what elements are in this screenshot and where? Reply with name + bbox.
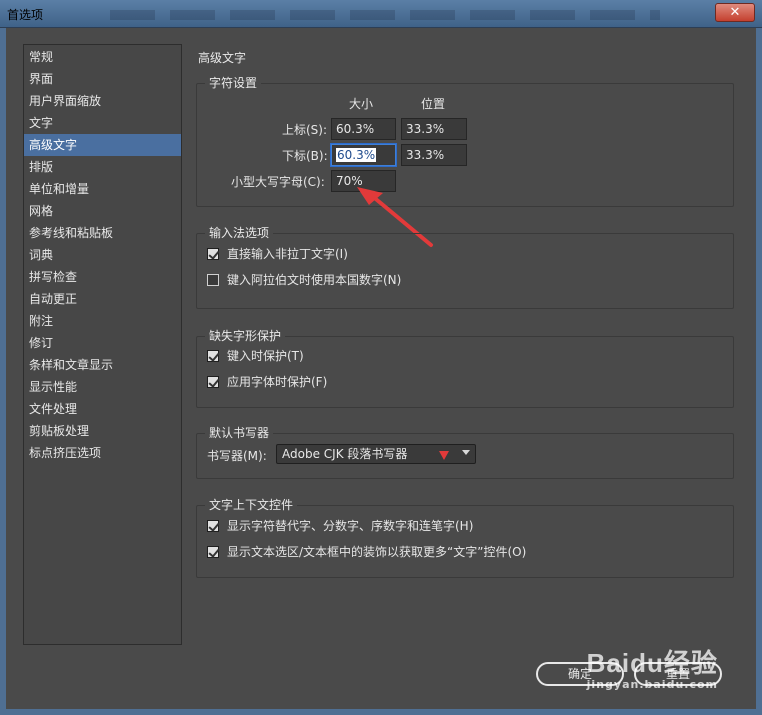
show-alternates-checkbox[interactable]: 显示字符替代字、分数字、序数字和连笔字(H) [207, 517, 473, 535]
watermark-main-text: Baidu经验 [586, 648, 718, 678]
composer-label: 书写器(M): [207, 449, 267, 463]
title-bar: 首选项 ✕ [0, 0, 762, 28]
native-digits-arabic-checkbox[interactable]: 键入阿拉伯文时使用本国数字(N) [207, 271, 401, 289]
group-legend: 缺失字形保护 [205, 329, 286, 343]
sidebar-item[interactable]: 拼写检查 [24, 266, 181, 288]
sidebar-item[interactable]: 附注 [24, 310, 181, 332]
checkbox-label: 直接输入非拉丁文字(I) [227, 247, 348, 261]
superscript-position-field[interactable]: 33.3% [401, 118, 467, 140]
sidebar-item[interactable]: 自动更正 [24, 288, 181, 310]
group-legend: 文字上下文控件 [205, 498, 298, 512]
subscript-size-selected-text: 60.3% [336, 148, 377, 162]
checkbox-checked-icon[interactable] [207, 349, 219, 362]
sidebar-item[interactable]: 条样和文章显示 [24, 354, 181, 376]
sidebar-item[interactable]: 常规 [24, 46, 181, 68]
small-caps-label: 小型大写字母(C): [231, 175, 325, 189]
sidebar-item[interactable]: 剪贴板处理 [24, 420, 181, 442]
sidebar-item[interactable]: 高级文字 [24, 134, 181, 156]
group-legend: 字符设置 [205, 76, 262, 90]
baidu-watermark-logo: Baidu经验 jingyan.baidu.com [587, 643, 718, 691]
size-column-header: 大小 [349, 97, 374, 111]
subscript-position-field[interactable]: 33.3% [401, 144, 467, 166]
direct-input-nonlatin-checkbox[interactable]: 直接输入非拉丁文字(I) [207, 245, 348, 263]
sidebar-item[interactable]: 网格 [24, 200, 181, 222]
checkbox-label: 显示文本选区/文本框中的装饰以获取更多“文字”控件(O) [227, 545, 527, 559]
dialog-body: 常规 界面 用户界面缩放 文字 高级文字 排版 单位和增量 网格 参考线和粘贴板 词典 拼写检查 自动… [6, 28, 756, 709]
checkbox-label: 键入阿拉伯文时使用本国数字(N) [227, 273, 402, 287]
sidebar-item[interactable]: 参考线和粘贴板 [24, 222, 181, 244]
sidebar-item[interactable]: 显示性能 [24, 376, 181, 398]
position-column-header: 位置 [421, 97, 446, 111]
sidebar-item[interactable]: 标点挤压选项 [24, 442, 181, 464]
superscript-label: 上标(S): [282, 123, 328, 137]
sidebar-item[interactable]: 文件处理 [24, 398, 181, 420]
context-controls-group: 文字上下文控件 [196, 498, 734, 578]
show-decorations-checkbox[interactable]: 显示文本选区/文本框中的装饰以获取更多“文字”控件(O) [207, 543, 526, 561]
page-title: 高级文字 [198, 51, 247, 65]
protect-on-apply-font-checkbox[interactable]: 应用字体时保护(F) [207, 373, 327, 391]
checkbox-checked-icon[interactable] [207, 375, 219, 388]
sidebar-item[interactable]: 排版 [24, 156, 181, 178]
sidebar-item[interactable]: 单位和增量 [24, 178, 181, 200]
title-bar-blurred-background [110, 10, 660, 20]
subscript-size-field[interactable]: 60.3% [331, 144, 396, 166]
watermark-url-text: jingyan.baidu.com [586, 678, 718, 691]
protect-on-typing-checkbox[interactable]: 键入时保护(T) [207, 347, 304, 365]
category-list: 常规 界面 用户界面缩放 文字 高级文字 排版 单位和增量 网格 参考线和粘贴板 词典 拼写检查 自动… [23, 44, 182, 645]
sidebar-item[interactable]: 用户界面缩放 [24, 90, 181, 112]
checkbox-checked-icon[interactable] [207, 545, 219, 558]
close-button[interactable]: ✕ [715, 3, 755, 22]
subscript-label: 下标(B): [282, 149, 328, 163]
sidebar-item[interactable]: 词典 [24, 244, 181, 266]
red-triangle-annotation [439, 451, 449, 460]
group-legend: 默认书写器 [205, 426, 274, 440]
checkbox-label: 应用字体时保护(F) [227, 375, 328, 389]
window-title: 首选项 [7, 8, 44, 22]
checkbox-label: 键入时保护(T) [227, 349, 304, 363]
checkbox-unchecked-icon[interactable] [207, 273, 219, 286]
checkbox-label: 显示字符替代字、分数字、序数字和连笔字(H) [227, 519, 474, 533]
chevron-down-icon [462, 450, 470, 455]
superscript-size-field[interactable]: 60.3% [331, 118, 396, 140]
group-legend: 输入法选项 [205, 226, 274, 240]
sidebar-item[interactable]: 文字 [24, 112, 181, 134]
composer-selected-value: Adobe CJK 段落书写器 [282, 447, 408, 461]
sidebar-item[interactable]: 界面 [24, 68, 181, 90]
checkbox-checked-icon[interactable] [207, 247, 219, 260]
sidebar-item[interactable]: 修订 [24, 332, 181, 354]
checkbox-checked-icon[interactable] [207, 519, 219, 532]
